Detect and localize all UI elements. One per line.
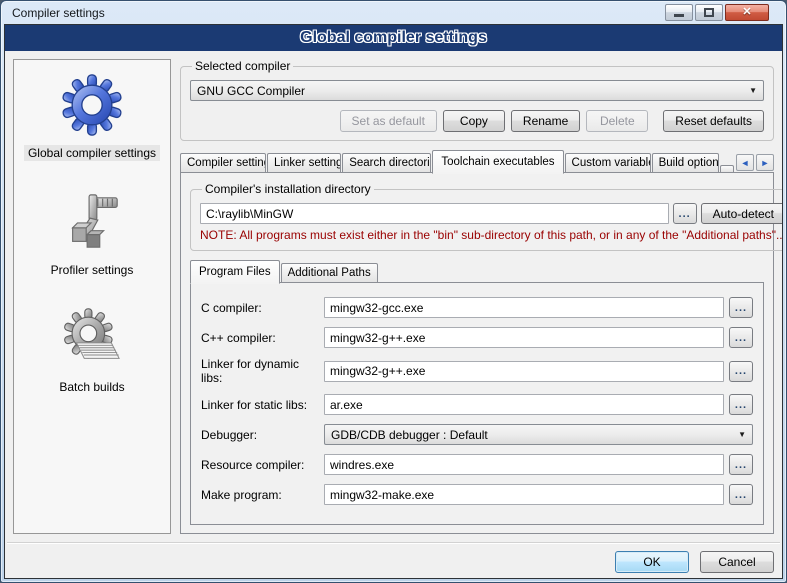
- static-linker-label: Linker for static libs:: [201, 398, 319, 412]
- form-row-cpp-compiler: C++ compiler: ...: [201, 327, 753, 348]
- compiler-settings-tabbar: Compiler settings Linker settings Search…: [180, 150, 774, 173]
- window-title: Compiler settings: [12, 6, 105, 20]
- form-row-dynamic-linker: Linker for dynamic libs: ...: [201, 357, 753, 385]
- tab-additional-paths[interactable]: Additional Paths: [281, 263, 378, 283]
- sidebar-item-label: Global compiler settings: [24, 145, 160, 161]
- tab-scroll-buttons: ◄ ►: [736, 154, 774, 171]
- chevron-down-icon: ▼: [749, 86, 757, 95]
- installation-directory-input[interactable]: [200, 203, 669, 224]
- static-linker-browse-button[interactable]: ...: [729, 394, 753, 415]
- installation-directory-browse-button[interactable]: ...: [673, 203, 697, 224]
- caliper-icon: [61, 191, 123, 253]
- installation-directory-group: Compiler's installation directory ... Au…: [190, 182, 783, 251]
- tab-scroll-left-button[interactable]: ◄: [736, 154, 754, 171]
- debugger-combobox[interactable]: GDB/CDB debugger : Default ▼: [324, 424, 753, 445]
- cancel-button[interactable]: Cancel: [700, 551, 774, 573]
- sidebar-item-global-compiler-settings[interactable]: Global compiler settings: [14, 74, 170, 161]
- tab-linker-settings[interactable]: Linker settings: [267, 153, 341, 173]
- blue-gear-icon: [61, 74, 123, 136]
- form-row-debugger: Debugger: GDB/CDB debugger : Default ▼: [201, 424, 753, 445]
- maximize-icon: [704, 8, 714, 17]
- reset-defaults-button[interactable]: Reset defaults: [663, 110, 764, 132]
- dynamic-linker-input[interactable]: [324, 361, 724, 382]
- cpp-compiler-label: C++ compiler:: [201, 331, 319, 345]
- make-program-label: Make program:: [201, 488, 319, 502]
- dialog-header-title: Global compiler settings: [300, 29, 487, 47]
- tab-toolchain-executables[interactable]: Toolchain executables: [432, 150, 563, 174]
- tab-scroll-right-button[interactable]: ►: [756, 154, 774, 171]
- installation-directory-group-label: Compiler's installation directory: [202, 182, 374, 196]
- installation-directory-note: NOTE: All programs must exist either in …: [200, 228, 783, 242]
- resource-compiler-input[interactable]: [324, 454, 724, 475]
- maximize-button[interactable]: [695, 4, 723, 21]
- resource-compiler-browse-button[interactable]: ...: [729, 454, 753, 475]
- arrow-right-icon: ►: [761, 158, 770, 168]
- close-button[interactable]: ✕: [725, 4, 769, 21]
- gray-gear-papers-icon: [61, 308, 123, 370]
- dynamic-linker-label: Linker for dynamic libs:: [201, 357, 319, 385]
- programs-tabbar: Program Files Additional Paths: [190, 260, 764, 283]
- chevron-down-icon: ▼: [738, 430, 746, 439]
- minimize-button[interactable]: [665, 4, 693, 21]
- cpp-compiler-browse-button[interactable]: ...: [729, 327, 753, 348]
- rename-button[interactable]: Rename: [511, 110, 580, 132]
- selected-compiler-group-label: Selected compiler: [192, 59, 293, 73]
- settings-category-list: Global compiler settings: [13, 59, 171, 534]
- tab-search-directories[interactable]: Search directories: [342, 153, 431, 173]
- debugger-value: GDB/CDB debugger : Default: [331, 428, 488, 442]
- program-files-panel: C compiler: ... C++ compiler: ... Linker…: [190, 282, 764, 525]
- set-as-default-button[interactable]: Set as default: [340, 110, 437, 132]
- ok-button[interactable]: OK: [615, 551, 689, 573]
- dynamic-linker-browse-button[interactable]: ...: [729, 361, 753, 382]
- dialog-content: Global compiler settings: [4, 24, 783, 579]
- form-row-static-linker: Linker for static libs: ...: [201, 394, 753, 415]
- form-row-resource-compiler: Resource compiler: ...: [201, 454, 753, 475]
- make-program-browse-button[interactable]: ...: [729, 484, 753, 505]
- titlebar[interactable]: Compiler settings ✕: [4, 1, 783, 24]
- dialog-footer: OK Cancel: [5, 544, 782, 578]
- make-program-input[interactable]: [324, 484, 724, 505]
- window-controls: ✕: [665, 4, 781, 21]
- minimize-icon: [674, 14, 684, 17]
- tab-compiler-settings[interactable]: Compiler settings: [180, 153, 266, 173]
- sidebar-item-batch-builds[interactable]: Batch builds: [14, 308, 170, 395]
- c-compiler-browse-button[interactable]: ...: [729, 297, 753, 318]
- dialog-header: Global compiler settings: [5, 25, 782, 51]
- tab-custom-variables[interactable]: Custom variables: [565, 153, 651, 173]
- static-linker-input[interactable]: [324, 394, 724, 415]
- arrow-left-icon: ◄: [741, 158, 750, 168]
- toolchain-executables-panel: Compiler's installation directory ... Au…: [180, 172, 774, 534]
- tab-build-options[interactable]: Build options: [652, 153, 719, 173]
- resource-compiler-label: Resource compiler:: [201, 458, 319, 472]
- c-compiler-label: C compiler:: [201, 301, 319, 315]
- selected-compiler-group: Selected compiler GNU GCC Compiler ▼ Set…: [180, 59, 774, 141]
- delete-button[interactable]: Delete: [586, 110, 648, 132]
- selected-compiler-combobox[interactable]: GNU GCC Compiler ▼: [190, 80, 764, 101]
- copy-button[interactable]: Copy: [443, 110, 505, 132]
- form-row-c-compiler: C compiler: ...: [201, 297, 753, 318]
- debugger-label: Debugger:: [201, 428, 319, 442]
- form-row-make-program: Make program: ...: [201, 484, 753, 505]
- close-icon: ✕: [742, 7, 751, 18]
- compiler-settings-window: Compiler settings ✕ Global compiler sett…: [0, 0, 787, 583]
- sidebar-item-label: Batch builds: [55, 379, 128, 395]
- selected-compiler-value: GNU GCC Compiler: [197, 84, 305, 98]
- cpp-compiler-input[interactable]: [324, 327, 724, 348]
- sidebar-item-profiler-settings[interactable]: Profiler settings: [14, 191, 170, 278]
- auto-detect-button[interactable]: Auto-detect: [701, 203, 783, 224]
- tab-partial-clipped[interactable]: [720, 165, 734, 173]
- c-compiler-input[interactable]: [324, 297, 724, 318]
- sidebar-item-label: Profiler settings: [47, 262, 138, 278]
- tab-program-files[interactable]: Program Files: [190, 260, 280, 284]
